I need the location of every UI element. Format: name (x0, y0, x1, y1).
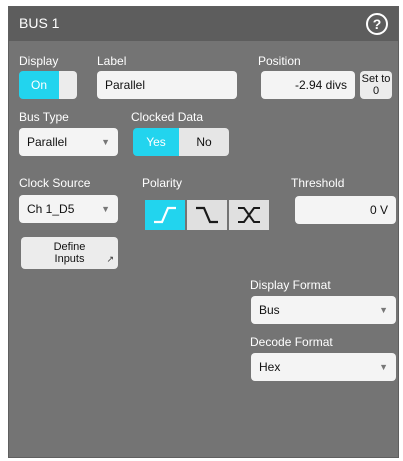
display-format-value: Bus (259, 303, 280, 317)
threshold-input[interactable]: 0 V (295, 196, 396, 224)
define-inputs-label: Define Inputs (53, 241, 86, 265)
define-inputs-button[interactable]: Define Inputs ↗ (21, 237, 118, 269)
display-format-select[interactable]: Bus ▼ (251, 296, 396, 324)
falling-edge-icon[interactable] (187, 200, 227, 230)
clock-source-select[interactable]: Ch 1_D5 ▼ (19, 195, 118, 223)
rising-edge-icon[interactable] (145, 200, 185, 230)
display-toggle[interactable]: On (19, 71, 77, 99)
label-input[interactable]: Parallel (97, 71, 237, 99)
clocked-data-toggle[interactable]: Yes No (133, 128, 229, 156)
help-icon[interactable]: ? (366, 13, 388, 35)
chevron-down-icon: ▼ (101, 204, 110, 214)
chevron-down-icon: ▼ (379, 362, 388, 372)
display-format-label: Display Format (250, 278, 331, 292)
clocked-data-no[interactable]: No (179, 128, 229, 156)
decode-format-select[interactable]: Hex ▼ (251, 353, 396, 381)
expand-arrow-icon: ↗ (106, 254, 114, 264)
panel-titlebar: BUS 1 ? (9, 7, 398, 41)
panel-title: BUS 1 (19, 15, 60, 31)
bus-config-panel: BUS 1 ? Display On Label Parallel Positi… (8, 6, 399, 458)
clock-source-value: Ch 1_D5 (27, 202, 75, 216)
decode-format-value: Hex (259, 360, 281, 374)
chevron-down-icon: ▼ (101, 137, 110, 147)
chevron-down-icon: ▼ (379, 305, 388, 315)
bus-type-label: Bus Type (19, 110, 69, 124)
clocked-data-label: Clocked Data (131, 110, 204, 124)
either-edge-icon[interactable] (229, 200, 269, 230)
polarity-label: Polarity (142, 176, 183, 190)
threshold-label: Threshold (291, 176, 345, 190)
display-toggle-knob[interactable] (59, 71, 77, 99)
display-label: Display (19, 54, 59, 68)
bus-type-select[interactable]: Parallel ▼ (19, 128, 118, 156)
clock-source-label: Clock Source (19, 176, 91, 190)
display-on[interactable]: On (19, 71, 59, 99)
clocked-data-yes[interactable]: Yes (133, 128, 179, 156)
decode-format-label: Decode Format (250, 335, 333, 349)
position-label: Position (258, 54, 301, 68)
bus-type-value: Parallel (27, 135, 68, 149)
position-input[interactable]: -2.94 divs (261, 71, 355, 99)
set-to-zero-button[interactable]: Set to 0 (360, 71, 392, 99)
label-label: Label (97, 54, 127, 68)
